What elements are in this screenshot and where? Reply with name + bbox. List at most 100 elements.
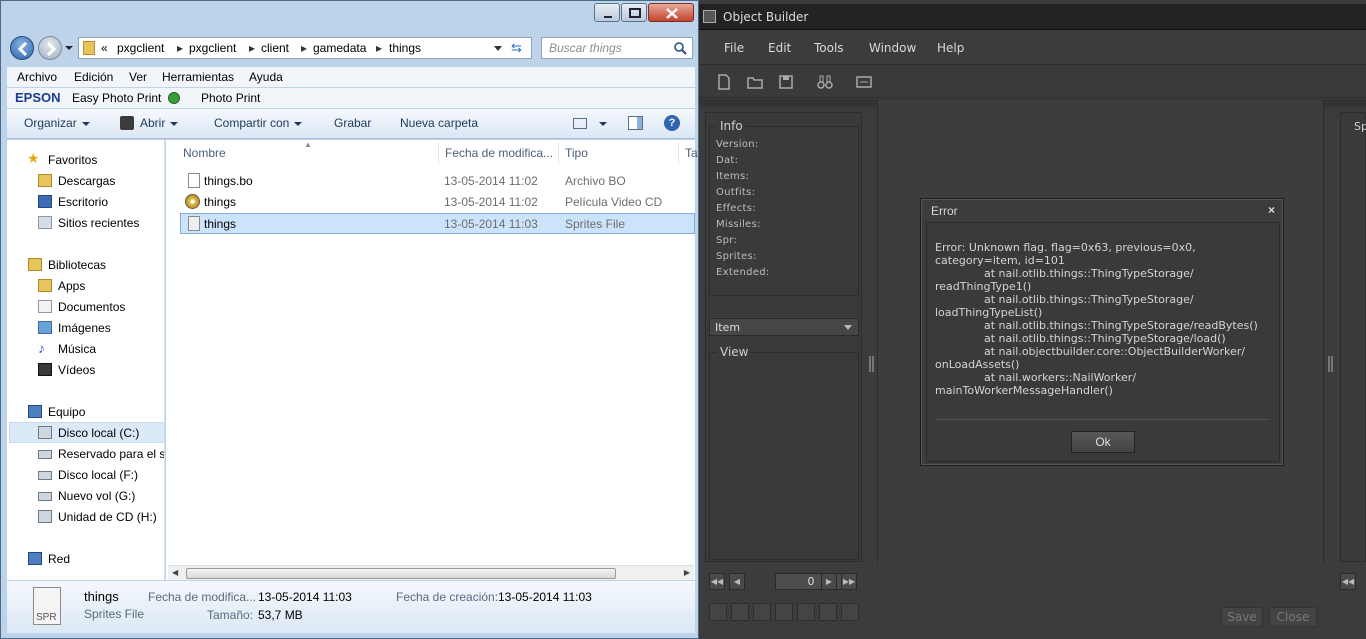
last-page-icon[interactable]: ▶▶ (841, 573, 857, 590)
search-input[interactable]: Buscar things (541, 37, 693, 59)
log-window-icon[interactable] (855, 73, 873, 91)
category-select[interactable]: Item (709, 318, 859, 336)
nav-escritorio[interactable]: Escritorio (58, 195, 108, 209)
new-thing-icon[interactable] (819, 603, 837, 621)
ob-titlebar[interactable]: Object Builder (697, 4, 1366, 30)
close-icon[interactable]: × (1268, 203, 1275, 217)
new-file-icon[interactable] (715, 73, 733, 91)
nav-bibliotecas[interactable]: Bibliotecas (48, 258, 106, 272)
help-icon[interactable]: ? (664, 115, 680, 131)
breadcrumb-item[interactable]: pxgclient (117, 41, 164, 55)
menu-ver[interactable]: Ver (129, 70, 147, 84)
nav-apps[interactable]: Apps (58, 279, 85, 293)
abrir-button[interactable]: Abrir (140, 116, 179, 130)
scrollbar-thumb[interactable] (186, 568, 616, 579)
ok-button[interactable]: Ok (1071, 431, 1135, 453)
menu-ayuda[interactable]: Ayuda (249, 70, 283, 84)
nav-descargas[interactable]: Descargas (58, 174, 115, 188)
edit-icon[interactable] (775, 603, 793, 621)
column-fecha[interactable]: Fecha de modifica... (445, 146, 553, 160)
nav-imagenes[interactable]: Imágenes (58, 321, 111, 335)
column-separator[interactable] (558, 142, 559, 164)
organizar-button[interactable]: Organizar (24, 116, 90, 130)
nav-drive-h[interactable]: Unidad de CD (H:) (58, 510, 157, 524)
save-button[interactable]: Save (1221, 607, 1263, 627)
compartir-button[interactable]: Compartir con (214, 116, 303, 130)
nav-red[interactable]: Red (48, 552, 70, 566)
nav-musica[interactable]: Música (58, 342, 96, 356)
photo-print-button[interactable]: Photo Print (201, 91, 260, 105)
minimize-icon[interactable] (594, 3, 620, 22)
recent-places-icon (38, 216, 52, 229)
nav-videos[interactable]: Vídeos (58, 363, 95, 377)
table-row[interactable]: things 13-05-2014 11:02 Película Video C… (180, 192, 695, 213)
view-dropdown-icon[interactable] (599, 122, 607, 126)
column-separator[interactable] (678, 142, 679, 164)
nav-drive-c[interactable]: Disco local (C:) (58, 426, 139, 440)
nueva-carpeta-button[interactable]: Nueva carpeta (400, 116, 478, 130)
breadcrumb-item[interactable]: pxgclient (189, 41, 236, 55)
file-date: 13-05-2014 11:02 (444, 174, 538, 188)
nav-drive-reserved[interactable]: Reservado para el sis (58, 447, 164, 461)
scroll-right-icon[interactable]: ▶ (684, 568, 690, 577)
chevron-down-icon[interactable] (494, 46, 502, 51)
view-options-icon[interactable] (573, 118, 587, 129)
binoculars-icon[interactable] (816, 73, 834, 91)
menu-archivo[interactable]: Archivo (17, 70, 57, 84)
column-nombre[interactable]: Nombre (183, 146, 226, 160)
nav-documentos[interactable]: Documentos (58, 300, 125, 314)
menu-edit[interactable]: Edit (768, 41, 791, 55)
breadcrumb-item[interactable]: things (389, 41, 421, 55)
nav-drive-g[interactable]: Nuevo vol (G:) (58, 489, 135, 503)
menu-herramientas[interactable]: Herramientas (162, 70, 234, 84)
file-list: Nombre ▲ Fecha de modifica... Tipo Ta th… (166, 140, 698, 580)
horizontal-scrollbar[interactable]: ◀ ▶ (168, 565, 694, 580)
easy-photo-print-button[interactable]: Easy Photo Print (72, 91, 161, 105)
breadcrumb-item[interactable]: gamedata (313, 41, 366, 55)
nav-favoritos[interactable]: Favoritos (48, 153, 97, 167)
left-splitter-grip[interactable] (869, 356, 874, 372)
next-page-icon[interactable]: ▶ (821, 573, 837, 590)
forward-arrow-icon[interactable] (38, 36, 62, 60)
nav-equipo[interactable]: Equipo (48, 405, 85, 419)
grabar-button[interactable]: Grabar (334, 116, 371, 130)
first-page-icon[interactable]: ◀◀ (709, 573, 725, 590)
breadcrumb-item[interactable]: client (261, 41, 289, 55)
search-icon (674, 42, 687, 55)
back-arrow-icon[interactable] (10, 36, 34, 60)
column-tipo[interactable]: Tipo (565, 146, 588, 160)
refresh-icon[interactable]: ⇆ (511, 40, 529, 56)
history-dropdown-icon[interactable] (65, 46, 73, 50)
column-tamano[interactable]: Ta (685, 146, 698, 160)
undo-icon[interactable] (753, 603, 771, 621)
window-close-icon[interactable] (648, 3, 694, 22)
table-row[interactable]: things 13-05-2014 11:03 Sprites File (180, 213, 695, 234)
prev-page-icon[interactable]: ◀ (729, 573, 745, 590)
open-folder-icon[interactable] (746, 73, 764, 91)
nav-drive-f[interactable]: Disco local (F:) (58, 468, 138, 482)
duplicate-icon[interactable] (797, 603, 815, 621)
preview-pane-icon[interactable] (628, 116, 643, 130)
right-splitter-grip[interactable] (1328, 356, 1333, 372)
menu-file[interactable]: File (724, 41, 744, 55)
menu-edicion[interactable]: Edición (74, 70, 113, 84)
nav-sitios-recientes[interactable]: Sitios recientes (58, 216, 139, 230)
save-icon[interactable] (777, 73, 795, 91)
sprites-first-icon[interactable]: ◀◀ (1340, 573, 1356, 590)
drive-icon (38, 450, 52, 459)
desktop-icon (38, 195, 52, 208)
column-separator[interactable] (438, 142, 439, 164)
table-row[interactable]: things.bo 13-05-2014 11:02 Archivo BO (180, 171, 695, 192)
close-button[interactable]: Close (1269, 607, 1317, 627)
trash-icon[interactable] (841, 603, 859, 621)
address-bar[interactable]: « pxgclient ▸ pxgclient ▸ client ▸ gamed… (78, 37, 532, 59)
menu-tools[interactable]: Tools (814, 41, 844, 55)
import-icon[interactable] (731, 603, 749, 621)
menu-help[interactable]: Help (937, 41, 964, 55)
maximize-icon[interactable] (621, 3, 647, 22)
details-file-name: things (84, 589, 119, 604)
scroll-left-icon[interactable]: ◀ (172, 568, 178, 577)
replace-icon[interactable] (709, 603, 727, 621)
menu-window[interactable]: Window (869, 41, 916, 55)
breadcrumb-overflow[interactable]: « (101, 41, 108, 55)
